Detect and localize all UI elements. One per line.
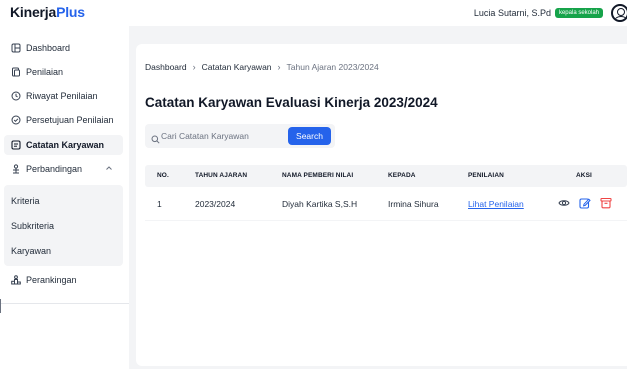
search-icon xyxy=(151,131,160,144)
scroll-marker xyxy=(0,299,1,313)
cell-kepada: Irmina Sihura xyxy=(388,199,439,209)
delete-icon[interactable] xyxy=(600,196,612,209)
column-header-pemberi-nilai: NAMA PEMBERI NILAI xyxy=(282,172,354,179)
sidebar-item-label: Penilaian xyxy=(26,67,64,77)
logo-text-main: Kinerja xyxy=(10,4,57,20)
column-header-no: NO. xyxy=(157,172,169,179)
edit-icon[interactable] xyxy=(579,196,591,209)
column-header-penilaian: PENILAIAN xyxy=(468,172,504,179)
history-icon xyxy=(11,91,21,101)
sidebar: Dashboard Penilaian Riwayat Penilaian Pe… xyxy=(0,26,129,369)
sidebar-item-label: Perankingan xyxy=(26,275,77,285)
sidebar-item-label: Catatan Karyawan xyxy=(26,140,105,150)
submenu-perbandingan: Kriteria Subkriteria Karyawan xyxy=(4,185,123,266)
sidebar-item-perankingan[interactable]: Perankingan xyxy=(4,270,123,290)
table-header: NO. TAHUN AJARAN NAMA PEMBERI NILAI KEPA… xyxy=(145,165,627,187)
breadcrumb-current: Tahun Ajaran 2023/2024 xyxy=(286,62,379,72)
main-card: Dashboard › Catatan Karyawan › Tahun Aja… xyxy=(136,44,627,366)
breadcrumb: Dashboard › Catatan Karyawan › Tahun Aja… xyxy=(145,62,379,72)
sidebar-item-penilaian[interactable]: Penilaian xyxy=(4,62,123,82)
chevron-right-icon: › xyxy=(192,62,196,72)
sidebar-divider xyxy=(0,303,129,304)
sidebar-item-catatan-karyawan[interactable]: Catatan Karyawan xyxy=(4,135,123,155)
search-button[interactable]: Search xyxy=(288,127,331,145)
breadcrumb-home[interactable]: Dashboard xyxy=(145,62,187,72)
column-header-kepada: KEPADA xyxy=(388,172,416,179)
scale-icon xyxy=(11,164,21,174)
column-header-tahun-ajaran: TAHUN AJARAN xyxy=(195,172,248,179)
dashboard-icon xyxy=(11,43,21,53)
document-icon xyxy=(11,67,21,77)
sidebar-subitem-kriteria[interactable]: Kriteria xyxy=(11,196,40,206)
table-row: 1 2023/2024 Diyah Kartika S,S.H Irmina S… xyxy=(145,187,627,221)
sidebar-item-label: Riwayat Penilaian xyxy=(26,91,98,101)
sidebar-item-label: Persetujuan Penilaian xyxy=(26,115,114,125)
sidebar-item-persetujuan-penilaian[interactable]: Persetujuan Penilaian xyxy=(4,110,123,130)
user-area: Lucia Sutarni, S.Pd kepala sekolah xyxy=(474,2,627,24)
chevron-right-icon: › xyxy=(277,62,281,72)
cell-tahun-ajaran: 2023/2024 xyxy=(195,199,236,209)
page-title: Catatan Karyawan Evaluasi Kinerja 2023/2… xyxy=(145,95,438,110)
sidebar-item-perbandingan[interactable]: Perbandingan xyxy=(4,159,123,179)
sidebar-item-dashboard[interactable]: Dashboard xyxy=(4,38,123,58)
cell-pemberi-nilai: Diyah Kartika S,S.H xyxy=(282,199,358,209)
sidebar-item-riwayat-penilaian[interactable]: Riwayat Penilaian xyxy=(4,86,123,106)
cell-no: 1 xyxy=(157,199,162,209)
column-header-aksi: AKSI xyxy=(576,172,592,179)
top-bar: KinerjaPlus Lucia Sutarni, S.Pd kepala s… xyxy=(0,0,627,26)
view-assessment-link[interactable]: Lihat Penilaian xyxy=(468,199,524,209)
check-circle-icon xyxy=(11,115,21,125)
eye-icon[interactable] xyxy=(558,196,570,208)
user-circle-icon[interactable] xyxy=(611,4,627,22)
search-box: Search xyxy=(145,124,335,148)
chevron-up-icon[interactable] xyxy=(105,164,113,172)
user-name: Lucia Sutarni, S.Pd xyxy=(473,8,551,18)
app-logo[interactable]: KinerjaPlus xyxy=(10,4,85,20)
role-badge: kepala sekolah xyxy=(554,8,603,18)
sidebar-subitem-karyawan[interactable]: Karyawan xyxy=(11,246,51,256)
sidebar-subitem-subkriteria[interactable]: Subkriteria xyxy=(11,221,54,231)
breadcrumb-section[interactable]: Catatan Karyawan xyxy=(202,62,272,72)
search-input[interactable] xyxy=(161,128,281,144)
ranking-icon xyxy=(11,275,21,285)
note-icon xyxy=(11,140,21,150)
sidebar-item-label: Perbandingan xyxy=(26,164,83,174)
logo-text-accent: Plus xyxy=(56,4,85,20)
sidebar-item-label: Dashboard xyxy=(26,43,71,53)
